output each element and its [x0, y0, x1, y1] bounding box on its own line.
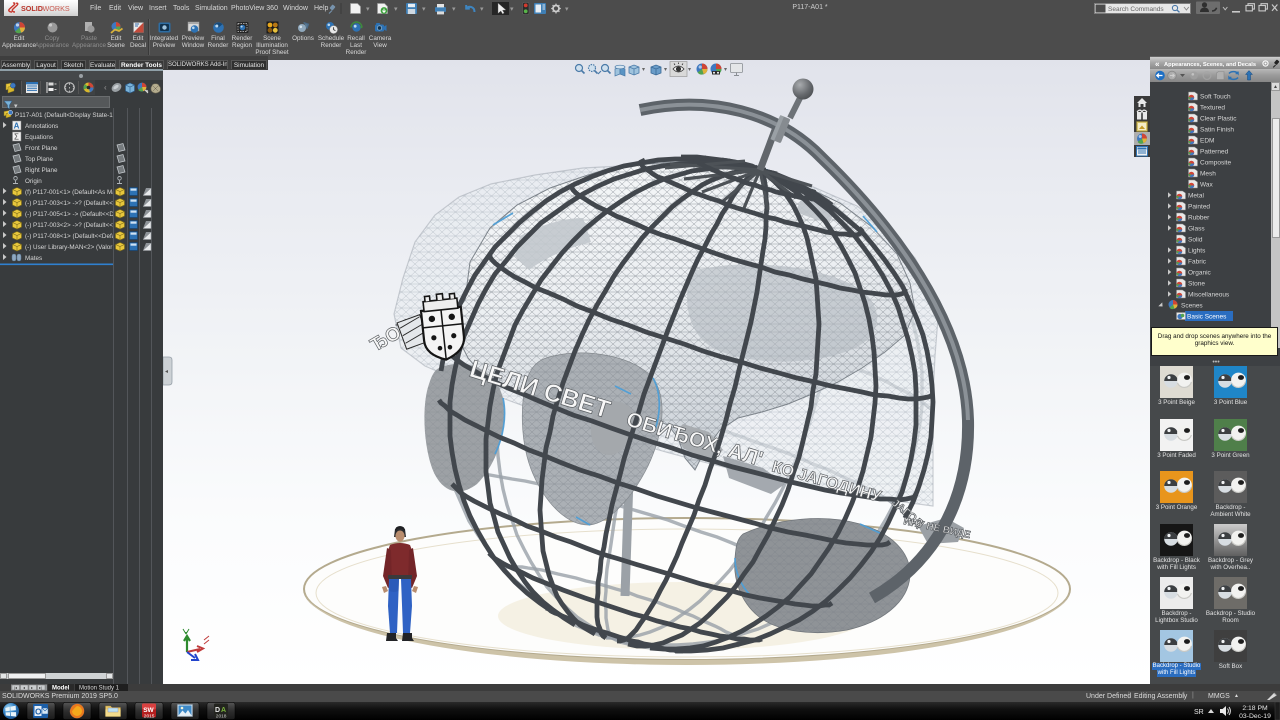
svg-text:Σ: Σ — [14, 133, 19, 142]
svg-text:Solid: Solid — [1188, 237, 1203, 244]
svg-text:(-) User Library-MAN<2> (Valor: (-) User Library-MAN<2> (Valor p — [25, 244, 118, 251]
svg-text:O: O — [35, 707, 42, 717]
svg-text:SOLID: SOLID — [21, 4, 43, 13]
svg-text:▾: ▾ — [642, 67, 645, 73]
svg-text:▾: ▾ — [422, 6, 426, 13]
svg-text:▾: ▾ — [452, 6, 456, 13]
svg-text:Miscellaneous: Miscellaneous — [1188, 292, 1230, 299]
svg-text:(-) P117-003<1> ->? (Default<<: (-) P117-003<1> ->? (Default<<D — [25, 200, 118, 207]
svg-text:Right Plane: Right Plane — [25, 167, 58, 174]
svg-text:03-Dec-19: 03-Dec-19 — [1239, 713, 1271, 720]
svg-text:Basic Scenes: Basic Scenes — [1187, 314, 1227, 321]
svg-text:(f) P117-001<1> (Default<As Ma: (f) P117-001<1> (Default<As Mac — [25, 189, 119, 196]
svg-text:P117-A01 (Default<Display Sta: P117-A01 (Default<Display State-1>) — [15, 112, 119, 119]
svg-text:Lights: Lights — [1188, 248, 1206, 255]
svg-text:▾: ▾ — [394, 6, 398, 13]
svg-text:▾: ▾ — [565, 6, 569, 13]
svg-text:Front Plane: Front Plane — [25, 145, 58, 152]
svg-text:A: A — [14, 122, 20, 131]
svg-text:SR: SR — [1194, 709, 1204, 716]
svg-text:▾: ▾ — [724, 67, 727, 73]
svg-text:Composite: Composite — [1200, 160, 1231, 167]
svg-text:‹: ‹ — [104, 83, 107, 92]
svg-text:Fabric: Fabric — [1188, 259, 1207, 266]
svg-text:Annotations: Annotations — [25, 123, 58, 130]
svg-text:Wax: Wax — [1200, 182, 1214, 189]
svg-text:«: « — [1155, 60, 1160, 69]
svg-text:2:18 PM: 2:18 PM — [1242, 705, 1268, 712]
svg-text:Textured: Textured — [1200, 105, 1225, 112]
svg-text:Top Plane: Top Plane — [25, 156, 54, 163]
svg-text:Organic: Organic — [1188, 270, 1212, 277]
svg-text:◂: ◂ — [165, 369, 168, 375]
svg-text:Patterned: Patterned — [1200, 149, 1229, 156]
svg-text:2018: 2018 — [216, 714, 227, 720]
svg-text:Clear Plastic: Clear Plastic — [1200, 116, 1237, 123]
svg-text:|◂: |◂ — [14, 685, 17, 690]
svg-text:Mesh: Mesh — [1200, 171, 1216, 178]
svg-text:▾: ▾ — [688, 67, 691, 73]
svg-text:▾: ▾ — [664, 67, 667, 73]
svg-text:▾: ▾ — [480, 6, 484, 13]
svg-text:Appearances, Scenes, and Decal: Appearances, Scenes, and Decals — [1164, 62, 1256, 68]
svg-text:(-) P117-003<2> ->? (Default<<: (-) P117-003<2> ->? (Default<<D — [25, 222, 118, 229]
svg-text:Rubber: Rubber — [1188, 215, 1210, 222]
svg-text:▾: ▾ — [366, 6, 370, 13]
svg-text:Scenes: Scenes — [1181, 303, 1203, 310]
svg-text:Glass: Glass — [1188, 226, 1205, 233]
svg-text:▾: ▾ — [510, 6, 514, 13]
svg-text:Soft Touch: Soft Touch — [1200, 94, 1231, 101]
svg-text:SW: SW — [143, 707, 154, 714]
svg-text:Satin Finish: Satin Finish — [1200, 127, 1234, 134]
svg-text:Origin: Origin — [25, 178, 42, 185]
svg-text:2015: 2015 — [144, 714, 155, 720]
svg-text:Painted: Painted — [1188, 204, 1210, 211]
svg-text:Equations: Equations — [25, 134, 53, 141]
svg-text:▸: ▸ — [31, 685, 33, 690]
svg-text:EDM: EDM — [1200, 138, 1214, 145]
svg-text:WORKS: WORKS — [43, 4, 70, 13]
svg-text:◂: ◂ — [23, 685, 25, 690]
svg-text:Stone: Stone — [1188, 281, 1205, 288]
svg-text:A: A — [221, 707, 226, 714]
svg-text:D: D — [215, 707, 220, 714]
svg-text:Search Commands: Search Commands — [1108, 6, 1164, 13]
svg-text:(-) P117-008<1> (Default<<Defa: (-) P117-008<1> (Default<<Defau — [25, 233, 119, 240]
svg-text:(-) P117-005<1> -> (Default<<: (-) P117-005<1> -> (Default<<De — [25, 211, 118, 218]
svg-text:Mates: Mates — [25, 255, 42, 262]
svg-text:Metal: Metal — [1188, 193, 1204, 200]
svg-text:▸|: ▸| — [39, 685, 42, 690]
